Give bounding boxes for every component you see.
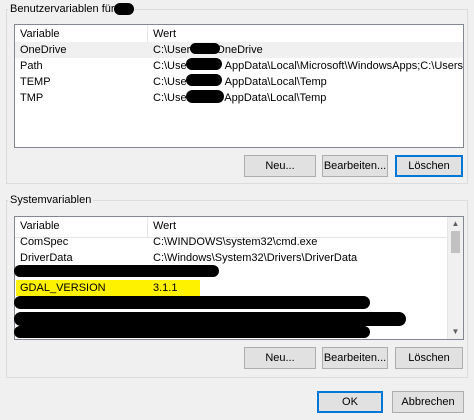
redacted-username-title	[114, 3, 134, 15]
scroll-up-arrow-icon[interactable]: ▲	[448, 217, 463, 231]
user-variables-title: Benutzervariablen für	[8, 3, 117, 16]
redacted-row	[14, 296, 370, 309]
user-edit-button[interactable]: Bearbeiten...	[322, 155, 388, 177]
redacted-username	[190, 43, 220, 54]
variable-value-prefix: C:\User	[153, 92, 191, 104]
variable-name: GDAL_VERSION	[20, 282, 106, 294]
system-variables-title: Systemvariablen	[8, 194, 94, 207]
variable-value: 3.1.1	[153, 282, 178, 294]
list-row-comspec[interactable]: ComSpec C:\WINDOWS\system32\cmd.exe	[15, 234, 448, 250]
list-row-driverdata[interactable]: DriverData C:\Windows\System32\Drivers\D…	[15, 250, 448, 266]
scroll-thumb[interactable]	[451, 231, 460, 253]
ok-button[interactable]: OK	[317, 391, 383, 413]
cancel-button[interactable]: Abbrechen	[392, 391, 464, 413]
variable-name: Path	[20, 60, 43, 72]
redacted-username	[186, 90, 224, 103]
variable-value-prefix: C:\User	[153, 44, 191, 56]
scroll-down-arrow-icon[interactable]: ▼	[448, 325, 463, 339]
list-row-gdal-version[interactable]: GDAL_VERSION 3.1.1	[15, 280, 448, 296]
user-delete-button[interactable]: Löschen	[395, 155, 463, 177]
redacted-username	[186, 58, 222, 70]
variable-value: C:\WINDOWS\system32\cmd.exe	[153, 236, 318, 248]
user-new-button[interactable]: Neu...	[244, 155, 316, 177]
redacted-username	[186, 74, 222, 86]
list-row-onedrive[interactable]: OneDrive C:\User OneDrive	[15, 42, 463, 58]
system-new-button[interactable]: Neu...	[244, 347, 316, 369]
list-row-temp[interactable]: TEMP C:\Use AppData\Local\Temp	[15, 74, 463, 90]
variable-name: DriverData	[20, 252, 73, 264]
system-list-scrollbar[interactable]: ▲ ▼	[447, 217, 463, 339]
variable-value-suffix: AppData\Local\Microsoft\WindowsApps;C:\U…	[224, 60, 463, 72]
user-variables-list[interactable]: Variable Wert OneDrive C:\User OneDrive P…	[14, 24, 464, 148]
variable-value-suffix: OneDrive	[216, 44, 263, 56]
variable-value-suffix: AppData\Local\Temp	[224, 76, 327, 88]
redacted-row	[14, 326, 370, 338]
variable-name: OneDrive	[20, 44, 67, 56]
list-row-tmp[interactable]: TMP C:\User AppData\Local\Temp	[15, 90, 463, 106]
system-edit-button[interactable]: Bearbeiten...	[322, 347, 388, 369]
redacted-row	[14, 312, 406, 326]
variable-name: TEMP	[20, 76, 51, 88]
system-delete-button[interactable]: Löschen	[395, 347, 463, 369]
variable-value-prefix: C:\Use	[153, 76, 187, 88]
variable-value-suffix: AppData\Local\Temp	[224, 92, 327, 104]
variable-name: TMP	[20, 92, 44, 104]
variable-value-prefix: C:\Use	[153, 60, 187, 72]
redacted-row	[14, 265, 219, 277]
variable-name: ComSpec	[20, 236, 69, 248]
list-row-path[interactable]: Path C:\Use AppData\Local\Microsoft\Windo…	[15, 58, 463, 74]
variable-value: C:\Windows\System32\Drivers\DriverData	[153, 252, 358, 264]
